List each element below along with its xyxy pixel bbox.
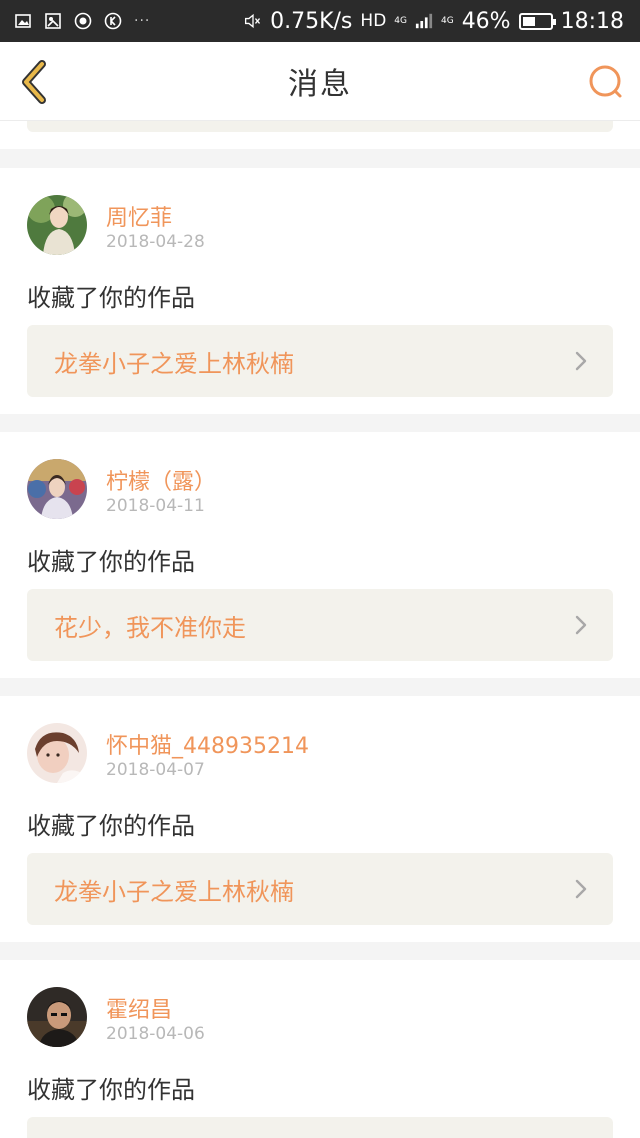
action-text: 收藏了你的作品 (27, 284, 195, 312)
sender-name[interactable]: 周忆菲 (106, 200, 172, 232)
avatar[interactable] (27, 459, 87, 519)
status-left: ··· (14, 12, 150, 30)
message-list[interactable]: 周忆菲 2018-04-28 收藏了你的作品 龙拳小子之爱上林秋楠 柠檬（露） … (0, 121, 640, 1138)
work-link[interactable]: 花少，我不准你走 (27, 589, 613, 661)
clock: 18:18 (560, 8, 624, 34)
back-button[interactable] (14, 58, 54, 106)
message-date: 2018-04-06 (106, 1024, 205, 1044)
overflow-indicator: ··· (134, 13, 151, 29)
record-icon (74, 12, 92, 30)
gallery-notification-icon (14, 12, 32, 30)
message-card: 柠檬（露） 2018-04-11 收藏了你的作品 花少，我不准你走 (0, 432, 640, 678)
message-date: 2018-04-28 (106, 232, 205, 252)
sender-name[interactable]: 怀中猫_448935214 (106, 728, 309, 760)
message-date: 2018-04-07 (106, 760, 205, 780)
action-text: 收藏了你的作品 (27, 812, 195, 840)
battery-percent: 46% (461, 8, 511, 34)
image-notification-icon (44, 12, 62, 30)
network-type-1: 4G (394, 16, 407, 26)
avatar[interactable] (27, 987, 87, 1047)
avatar[interactable] (27, 195, 87, 255)
battery-fill (522, 16, 535, 26)
header: 消息 (0, 42, 640, 121)
chevron-right-icon (561, 341, 601, 381)
mute-icon (244, 12, 262, 30)
work-title: 花少，我不准你走 (54, 613, 246, 642)
message-card: 周忆菲 2018-04-28 收藏了你的作品 龙拳小子之爱上林秋楠 (0, 168, 640, 414)
action-text: 收藏了你的作品 (27, 1076, 195, 1104)
signal-icon (415, 12, 433, 30)
work-link[interactable]: 龙拳小子之爱上林秋楠 (27, 853, 613, 925)
sender-name[interactable]: 柠檬（露） (106, 464, 216, 496)
work-link[interactable] (27, 1117, 613, 1138)
action-text: 收藏了你的作品 (27, 548, 195, 576)
search-button[interactable] (586, 62, 626, 102)
avatar[interactable] (27, 723, 87, 783)
chevron-right-icon (561, 605, 601, 645)
page-title: 消息 (288, 67, 352, 102)
work-title: 龙拳小子之爱上林秋楠 (54, 877, 294, 906)
work-title: 龙拳小子之爱上林秋楠 (54, 349, 294, 378)
k-app-icon (104, 12, 122, 30)
network-type-2: 4G (440, 16, 454, 26)
hd-indicator: HD (360, 11, 387, 31)
chevron-right-icon (561, 869, 601, 909)
work-link[interactable]: 龙拳小子之爱上林秋楠 (27, 325, 613, 397)
status-bar: ··· 0.75K/s HD 4G 4G 46% 18:18 (0, 0, 640, 42)
message-card-partial (0, 121, 640, 149)
status-right: 0.75K/s HD 4G 4G 46% 18:18 (244, 9, 624, 34)
message-card: 怀中猫_448935214 2018-04-07 收藏了你的作品 龙拳小子之爱上… (0, 696, 640, 942)
network-speed: 0.75K/s (270, 8, 353, 34)
search-icon (589, 65, 622, 98)
battery-icon (518, 12, 556, 30)
work-box-partial (27, 121, 613, 132)
sender-name[interactable]: 霍绍昌 (106, 992, 172, 1024)
chevron-left-icon (22, 60, 46, 104)
message-date: 2018-04-11 (106, 496, 205, 516)
message-card: 霍绍昌 2018-04-06 收藏了你的作品 (0, 960, 640, 1138)
